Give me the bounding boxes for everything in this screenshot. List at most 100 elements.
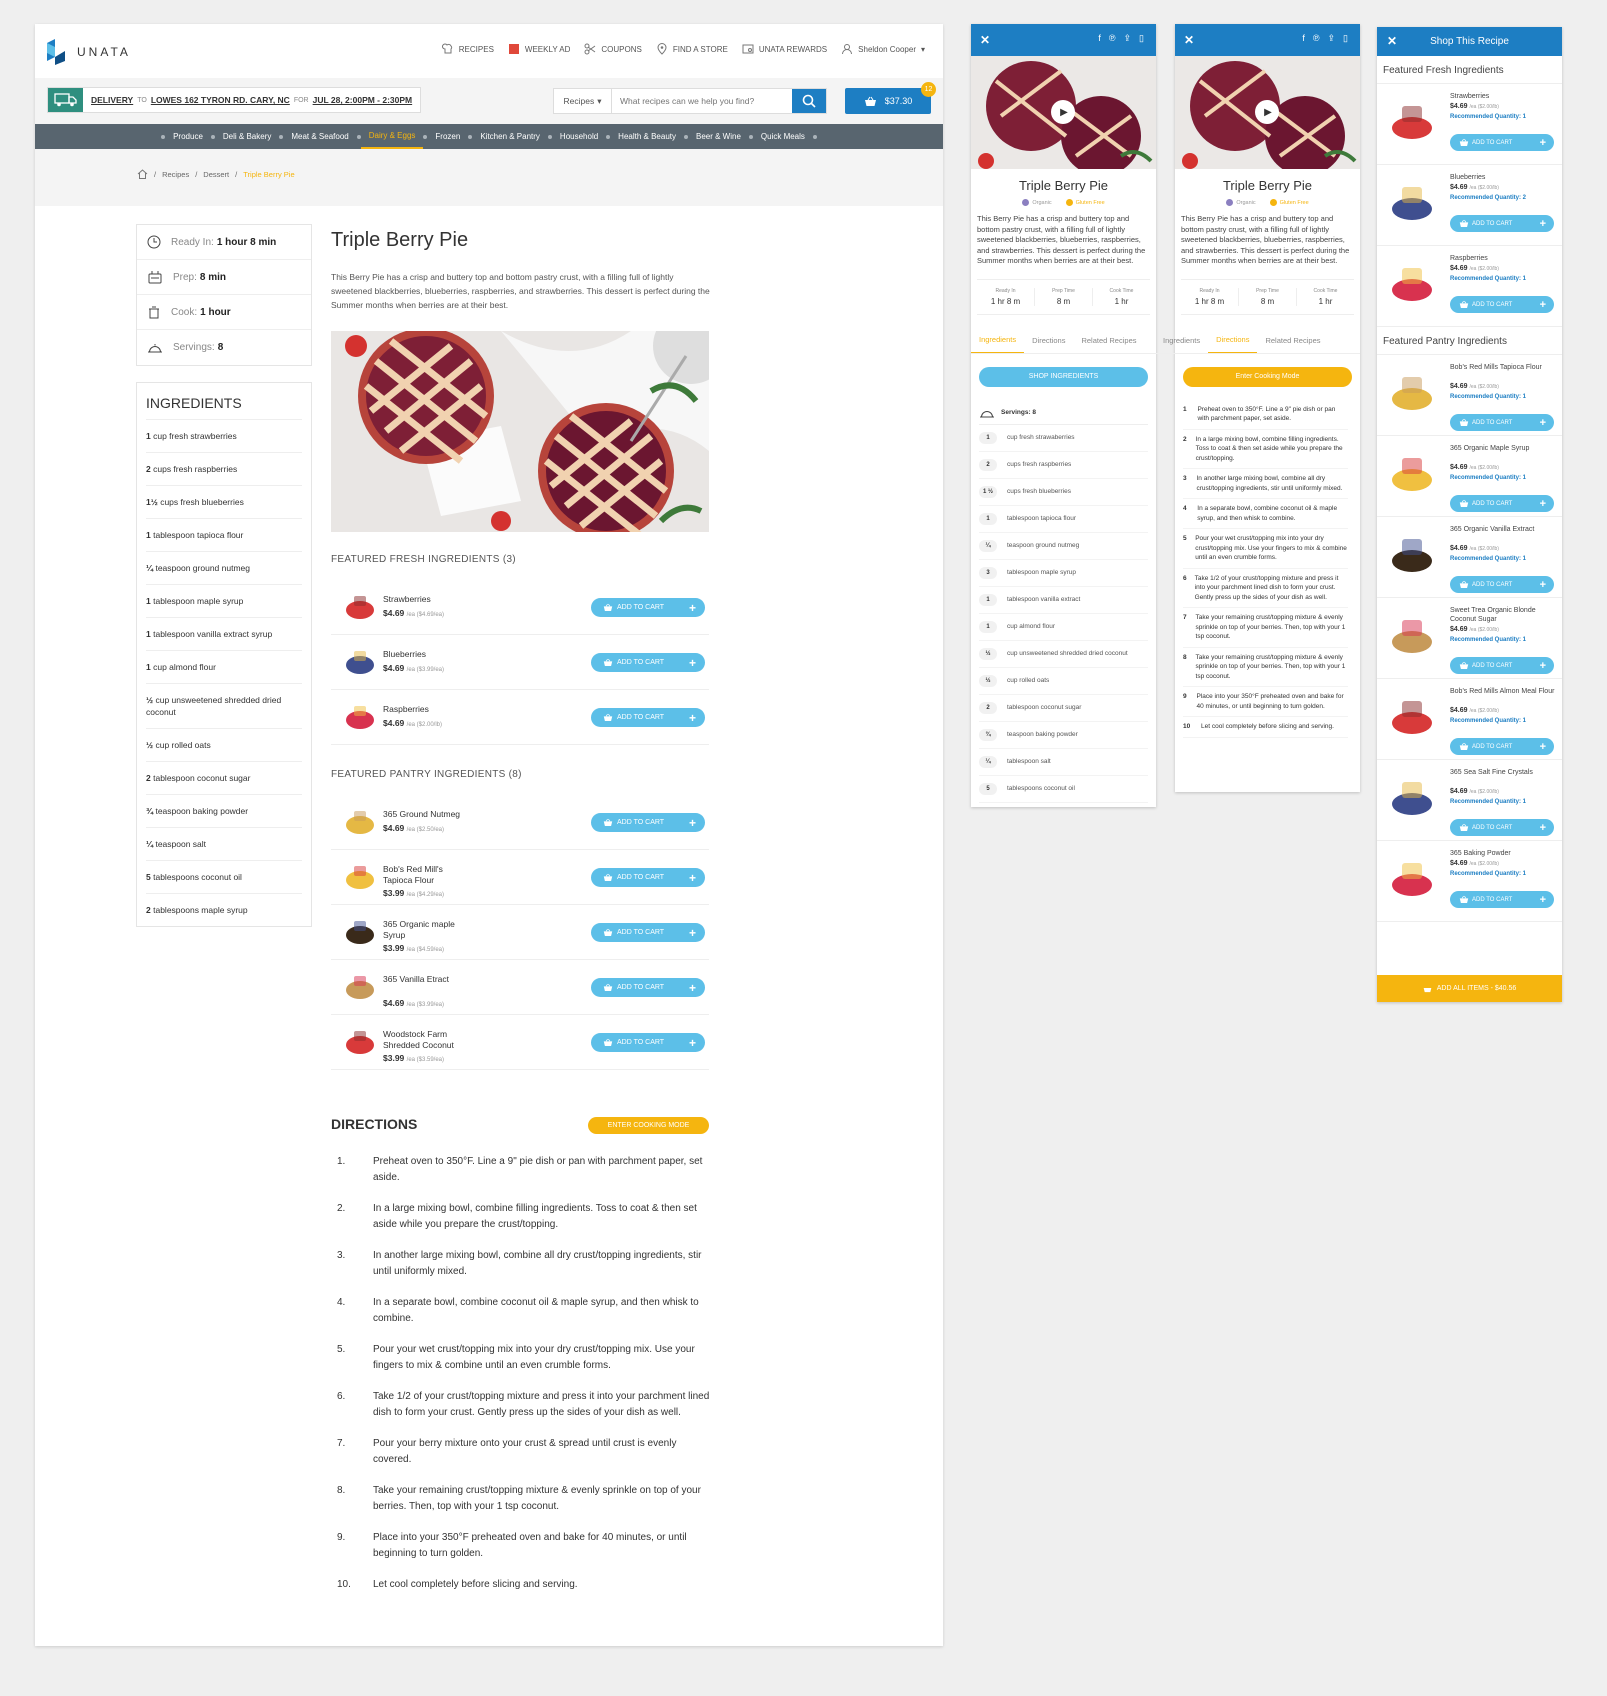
- search-button[interactable]: [792, 89, 826, 113]
- category-meat-seafood[interactable]: Meat & Seafood: [283, 124, 356, 149]
- bookmark-icon[interactable]: ▯: [1139, 33, 1144, 44]
- tab-related-recipes[interactable]: Related Recipes: [1257, 327, 1328, 353]
- product-image[interactable]: [343, 917, 377, 947]
- product-image[interactable]: [343, 1027, 377, 1057]
- product-name[interactable]: Bob's Red Mills Tapioca Flour: [1450, 363, 1555, 372]
- product-image[interactable]: [1387, 183, 1437, 223]
- product-image[interactable]: [343, 972, 377, 1002]
- category-beer-wine[interactable]: Beer & Wine: [688, 124, 749, 149]
- add-to-cart-button[interactable]: ADD TO CART +: [1450, 738, 1554, 755]
- product-name[interactable]: 365 Organic maple Syrup: [383, 919, 463, 941]
- product-image[interactable]: [1387, 859, 1437, 899]
- facebook-icon[interactable]: f: [1302, 33, 1305, 44]
- user-menu[interactable]: Sheldon Cooper ▾: [841, 43, 925, 55]
- category-household[interactable]: Household: [552, 124, 606, 149]
- nav-coupons[interactable]: Coupons: [584, 43, 642, 55]
- delivery-selector[interactable]: DELIVERY TO LOWES 162 TYRON RD. CARY, NC…: [47, 87, 422, 113]
- delivery-time[interactable]: JUL 28, 2:00PM - 2:30PM: [313, 95, 413, 105]
- product-name[interactable]: Bob's Red Mill's Tapioca Flour: [383, 864, 463, 886]
- share-icon[interactable]: ⇪: [1124, 33, 1132, 44]
- product-image[interactable]: [343, 807, 377, 837]
- close-icon[interactable]: ✕: [1387, 34, 1397, 48]
- tab-directions[interactable]: Directions: [1024, 327, 1073, 353]
- product-name[interactable]: Raspberries: [1450, 254, 1555, 263]
- bookmark-icon[interactable]: ▯: [1343, 33, 1348, 44]
- product-name[interactable]: Bob's Red Mills Almon Meal Flour: [1450, 687, 1555, 696]
- add-to-cart-button[interactable]: ADD TO CART +: [1450, 134, 1554, 151]
- product-name[interactable]: 365 Organic Vanilla Extract: [1450, 525, 1555, 534]
- add-to-cart-button[interactable]: ADD TO CART +: [1450, 296, 1554, 313]
- add-to-cart-button[interactable]: ADD TO CART +: [591, 1033, 705, 1052]
- product-name[interactable]: 365 Ground Nutmeg: [383, 809, 563, 820]
- search-input[interactable]: [612, 89, 792, 113]
- add-to-cart-button[interactable]: ADD TO CART +: [591, 813, 705, 832]
- product-image[interactable]: [1387, 373, 1437, 413]
- play-icon[interactable]: ▶: [1255, 100, 1279, 124]
- product-name[interactable]: Blueberries: [1450, 173, 1555, 182]
- product-image[interactable]: [343, 647, 377, 677]
- tab-ingredients[interactable]: Ingredients: [971, 327, 1025, 353]
- category-kitchen-pantry[interactable]: Kitchen & Pantry: [472, 124, 548, 149]
- category-produce[interactable]: Produce: [165, 124, 211, 149]
- breadcrumb-recipes[interactable]: Recipes: [162, 170, 189, 179]
- add-to-cart-button[interactable]: ADD TO CART +: [591, 868, 705, 887]
- add-all-items-button[interactable]: ADD ALL ITEMS - $40.56: [1377, 975, 1562, 1002]
- nav-recipes[interactable]: Recipes: [441, 43, 494, 55]
- add-to-cart-button[interactable]: ADD TO CART +: [1450, 819, 1554, 836]
- nav-weekly-ad[interactable]: Weekly Ad: [508, 43, 570, 55]
- tab-ingredients[interactable]: Ingredients: [1155, 327, 1208, 353]
- play-icon[interactable]: ▶: [1051, 100, 1075, 124]
- add-to-cart-button[interactable]: ADD TO CART +: [1450, 576, 1554, 593]
- pinterest-icon[interactable]: ℗: [1313, 33, 1320, 44]
- enter-cooking-mode-button[interactable]: ENTER COOKING MODE: [588, 1117, 709, 1134]
- add-to-cart-button[interactable]: ADD TO CART +: [1450, 215, 1554, 232]
- product-name[interactable]: Blueberries: [383, 649, 563, 660]
- product-name[interactable]: 365 Baking Powder: [1450, 849, 1555, 858]
- product-name[interactable]: 365 Vanilla Etract: [383, 974, 463, 985]
- product-name[interactable]: Strawberries: [383, 594, 563, 605]
- shop-ingredients-button[interactable]: SHOP INGREDIENTS: [979, 366, 1148, 387]
- share-icon[interactable]: ⇪: [1328, 33, 1336, 44]
- mobile-hero-video[interactable]: ▶: [1175, 56, 1360, 169]
- product-image[interactable]: [1387, 264, 1437, 304]
- facebook-icon[interactable]: f: [1098, 33, 1101, 44]
- category-frozen[interactable]: Frozen: [427, 124, 468, 149]
- breadcrumb-dessert[interactable]: Dessert: [203, 170, 229, 179]
- add-to-cart-button[interactable]: ADD TO CART +: [591, 598, 705, 617]
- unata-logo[interactable]: UNATA: [47, 39, 131, 65]
- cart-button[interactable]: $37.30 12: [845, 82, 936, 114]
- category-health-beauty[interactable]: Health & Beauty: [610, 124, 684, 149]
- close-icon[interactable]: ✕: [1184, 33, 1194, 47]
- nav-rewards[interactable]: Unata Rewards: [742, 43, 827, 55]
- product-image[interactable]: [343, 862, 377, 892]
- product-name[interactable]: Sweet Trea Organic Blonde Coconut Sugar: [1450, 606, 1555, 624]
- home-icon[interactable]: [137, 169, 148, 179]
- tab-related-recipes[interactable]: Related Recipes: [1073, 327, 1144, 353]
- search-scope-select[interactable]: Recipes ▾: [554, 89, 612, 113]
- add-to-cart-button[interactable]: ADD TO CART +: [591, 708, 705, 727]
- pinterest-icon[interactable]: ℗: [1109, 33, 1116, 44]
- enter-cooking-mode-button[interactable]: Enter Cooking Mode: [1183, 366, 1352, 387]
- product-name[interactable]: 365 Organic Maple Syrup: [1450, 444, 1555, 453]
- category-quick-meals[interactable]: Quick Meals: [753, 124, 813, 149]
- product-image[interactable]: [1387, 102, 1437, 142]
- close-icon[interactable]: ✕: [980, 33, 990, 47]
- add-to-cart-button[interactable]: ADD TO CART +: [591, 923, 705, 942]
- category-deli-bakery[interactable]: Deli & Bakery: [215, 124, 279, 149]
- product-image[interactable]: [1387, 616, 1437, 656]
- delivery-address[interactable]: LOWES 162 TYRON RD. CARY, NC: [151, 95, 290, 105]
- product-image[interactable]: [1387, 535, 1437, 575]
- add-to-cart-button[interactable]: ADD TO CART +: [1450, 891, 1554, 908]
- product-name[interactable]: 365 Sea Salt Fine Crystals: [1450, 768, 1555, 777]
- add-to-cart-button[interactable]: ADD TO CART +: [1450, 657, 1554, 674]
- product-name[interactable]: Woodstock Farm Shredded Coconut: [383, 1029, 463, 1051]
- product-image[interactable]: [343, 702, 377, 732]
- add-to-cart-button[interactable]: ADD TO CART +: [591, 978, 705, 997]
- mobile-hero-video[interactable]: ▶: [971, 56, 1156, 169]
- product-name[interactable]: Strawberries: [1450, 92, 1555, 101]
- tab-directions[interactable]: Directions: [1208, 327, 1258, 353]
- product-image[interactable]: [1387, 454, 1437, 494]
- product-image[interactable]: [1387, 697, 1437, 737]
- product-image[interactable]: [343, 592, 377, 622]
- product-name[interactable]: Raspberries: [383, 704, 563, 715]
